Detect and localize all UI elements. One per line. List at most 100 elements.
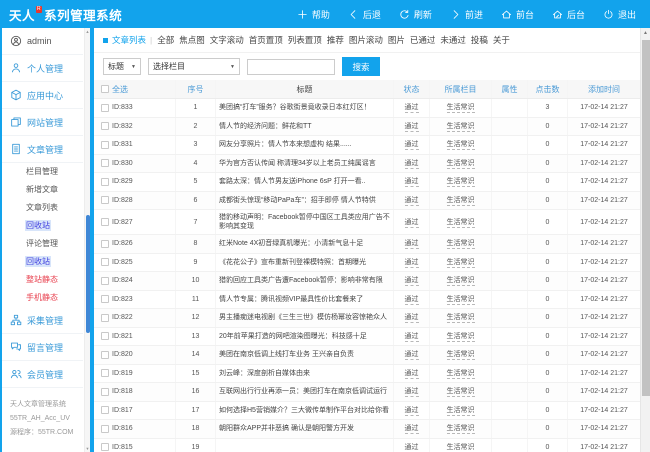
row-checkbox[interactable]: [101, 122, 109, 130]
status-link[interactable]: 通过: [405, 294, 419, 305]
search-input[interactable]: [247, 59, 335, 75]
status-link[interactable]: 通过: [405, 238, 419, 249]
category-link[interactable]: 生活常识: [447, 368, 475, 379]
sidebar-subitem[interactable]: 文章列表: [2, 199, 83, 217]
row-checkbox[interactable]: [101, 295, 109, 303]
category-link[interactable]: 生活常识: [447, 275, 475, 286]
category-link[interactable]: 生活常识: [447, 257, 475, 268]
row-title-link[interactable]: 刘云峰：深度剖析自媒体由来: [216, 365, 394, 383]
scroll-up-icon[interactable]: [85, 28, 90, 35]
scroll-up-icon[interactable]: [641, 28, 650, 39]
row-checkbox[interactable]: [101, 240, 109, 248]
row-checkbox[interactable]: [101, 369, 109, 377]
row-checkbox[interactable]: [101, 388, 109, 396]
status-link[interactable]: 通过: [405, 176, 419, 187]
field-select[interactable]: 标题 ▼: [103, 58, 141, 75]
sidebar-subitem[interactable]: 整站静态: [2, 271, 83, 289]
row-title-link[interactable]: 红米Note 4X初音绿真机曝光：小清新气息十足: [216, 235, 394, 253]
category-link[interactable]: 生活常识: [447, 158, 475, 169]
header-nav-item[interactable]: 前进: [450, 8, 483, 21]
row-checkbox[interactable]: [101, 159, 109, 167]
status-link[interactable]: 通过: [405, 423, 419, 434]
sidebar-scrollbar[interactable]: [84, 28, 90, 452]
category-link[interactable]: 生活常识: [447, 442, 475, 452]
content-scrollbar[interactable]: [640, 28, 650, 452]
row-checkbox[interactable]: [101, 104, 109, 112]
category-link[interactable]: 生活常识: [447, 423, 475, 434]
row-checkbox[interactable]: [101, 178, 109, 186]
sidebar-subitem[interactable]: 回收站: [2, 217, 83, 235]
row-title-link[interactable]: 猎豹回应工具类广告遭Facebook暂停：影响非常有限: [216, 272, 394, 290]
filter-link[interactable]: 列表置顶: [288, 34, 322, 46]
row-checkbox[interactable]: [101, 141, 109, 149]
row-title-link[interactable]: 情人节专属：腾讯视频VIP最具性价比套餐来了: [216, 291, 394, 309]
filter-link[interactable]: 投稿: [471, 34, 488, 46]
row-checkbox[interactable]: [101, 425, 109, 433]
row-title-link[interactable]: 互联网出行行业再添一员：美团打车在南京低调试运行: [216, 383, 394, 401]
header-nav-item[interactable]: 退出: [603, 8, 636, 21]
row-checkbox[interactable]: [101, 196, 109, 204]
category-link[interactable]: 生活常识: [447, 405, 475, 416]
header-nav-item[interactable]: 前台: [501, 8, 534, 21]
filter-link[interactable]: 图片: [388, 34, 405, 46]
row-title-link[interactable]: 成都街头惊现“移动PaPa车”：招手即停 情人节特供: [216, 192, 394, 210]
status-link[interactable]: 通过: [405, 158, 419, 169]
category-link[interactable]: 生活常识: [447, 195, 475, 206]
status-link[interactable]: 通过: [405, 442, 419, 452]
row-title-link[interactable]: 20年前苹果打造的网吧渲染图曝光：科技感十足: [216, 328, 394, 346]
status-link[interactable]: 通过: [405, 386, 419, 397]
filter-link[interactable]: 未通过: [440, 34, 466, 46]
scroll-down-icon[interactable]: [85, 445, 90, 452]
status-link[interactable]: 通过: [405, 217, 419, 228]
header-nav-item[interactable]: 后退: [348, 8, 381, 21]
header-nav-item[interactable]: 后台: [552, 8, 585, 21]
status-link[interactable]: 通过: [405, 257, 419, 268]
content-scroll-thumb[interactable]: [642, 40, 650, 396]
filter-link[interactable]: 关于: [493, 34, 510, 46]
row-checkbox[interactable]: [101, 406, 109, 414]
search-button[interactable]: 搜索: [342, 57, 380, 76]
row-title-link[interactable]: 美团在南京低调上线打车业务 王兴亲自负责: [216, 346, 394, 364]
row-checkbox[interactable]: [101, 351, 109, 359]
row-title-link[interactable]: [216, 439, 394, 452]
status-link[interactable]: 通过: [405, 275, 419, 286]
sidebar-subitem[interactable]: 评论管理: [2, 235, 83, 253]
status-link[interactable]: 通过: [405, 405, 419, 416]
category-link[interactable]: 生活常识: [447, 312, 475, 323]
row-title-link[interactable]: 情人节的经济问题：鲜花和TT: [216, 118, 394, 136]
status-link[interactable]: 通过: [405, 312, 419, 323]
status-link[interactable]: 通过: [405, 139, 419, 150]
row-checkbox[interactable]: [101, 258, 109, 266]
category-link[interactable]: 生活常识: [447, 121, 475, 132]
filter-link[interactable]: 已通过: [410, 34, 436, 46]
filter-link[interactable]: 文字滚动: [210, 34, 244, 46]
status-link[interactable]: 通过: [405, 102, 419, 113]
row-title-link[interactable]: 华为官方否认传闻 称清理34岁以上老员工纯属谣言: [216, 155, 394, 173]
row-checkbox[interactable]: [101, 277, 109, 285]
row-title-link[interactable]: 网友分享照片：情人节本来想虚构 结果......: [216, 136, 394, 154]
row-title-link[interactable]: 美团搞“打车”服务？谷歌街景竟收录日本红灯区！: [216, 99, 394, 117]
category-link[interactable]: 生活常识: [447, 217, 475, 228]
filter-link[interactable]: 图片滚动: [349, 34, 383, 46]
row-title-link[interactable]: 《花花公子》宣布重新刊登裸模特照：首期曝光: [216, 254, 394, 272]
sidebar-subitem[interactable]: 栏目管理: [2, 163, 83, 181]
category-link[interactable]: 生活常识: [447, 331, 475, 342]
status-link[interactable]: 通过: [405, 349, 419, 360]
sidebar-item-collect-mgmt[interactable]: 采集管理: [2, 307, 83, 334]
row-title-link[interactable]: 朝阳群众APP并非恶搞 确认是朝阳警方开发: [216, 420, 394, 438]
sidebar-item-site-mgmt[interactable]: 网站管理: [2, 109, 83, 136]
row-title-link[interactable]: 男主播痴迷电视剧《三生三世》模仿杨幂妆容惊艳众人: [216, 309, 394, 327]
filter-link[interactable]: 全部: [157, 34, 174, 46]
row-title-link[interactable]: 猎豹移动声明：Facebook暂停中国区工具类应用广告不影响其变现: [216, 210, 394, 234]
status-link[interactable]: 通过: [405, 195, 419, 206]
sidebar-subitem[interactable]: 新增文章: [2, 181, 83, 199]
filter-link[interactable]: 推荐: [327, 34, 344, 46]
select-all-checkbox[interactable]: [101, 85, 109, 93]
header-nav-item[interactable]: 刷新: [399, 8, 432, 21]
filter-link[interactable]: 首页置顶: [249, 34, 283, 46]
sidebar-user[interactable]: admin: [2, 28, 83, 55]
category-select[interactable]: 选择栏目 ▼: [148, 58, 240, 75]
status-link[interactable]: 通过: [405, 121, 419, 132]
category-link[interactable]: 生活常识: [447, 139, 475, 150]
row-title-link[interactable]: 如何选择H5营销媒介？三大微传单制作平台对比给你看: [216, 402, 394, 420]
